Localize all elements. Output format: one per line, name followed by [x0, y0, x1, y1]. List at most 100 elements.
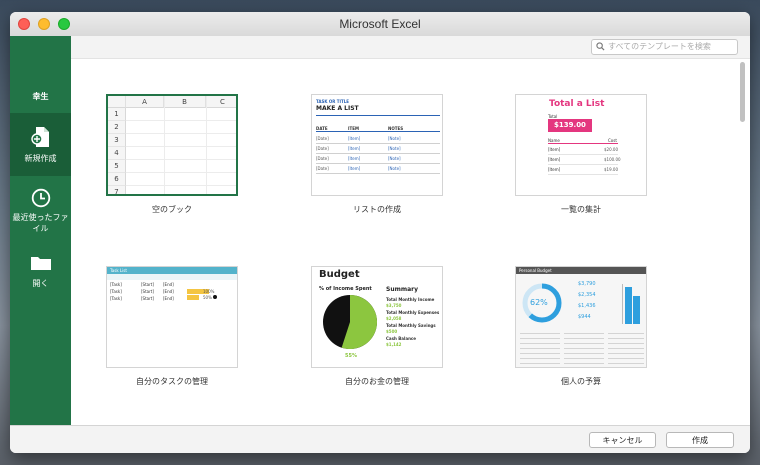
total-row-rule — [548, 164, 618, 165]
list-header-small: TASK OR TITLE — [316, 99, 349, 104]
search-bar: すべてのテンプレートを検索 — [71, 36, 750, 59]
list-header-big: MAKE A LIST — [316, 105, 359, 112]
template-search-input[interactable]: すべてのテンプレートを検索 — [591, 39, 738, 55]
list-header-rule — [316, 115, 440, 116]
budget-summary-value: $1,142 — [386, 342, 402, 347]
task-status-dot — [213, 295, 217, 299]
grid-row — [126, 134, 236, 147]
personal-table-rule — [520, 353, 560, 354]
create-button[interactable]: 作成 — [666, 432, 734, 448]
personal-table-rule — [564, 343, 604, 344]
column-header: B — [164, 96, 206, 108]
grid-row — [126, 160, 236, 173]
total-item-cost: $19.00 — [604, 167, 618, 172]
list-cell: [Item] — [348, 166, 361, 171]
budget-summary-value: $500 — [386, 329, 398, 334]
vertical-scrollbar[interactable] — [740, 62, 746, 422]
footer-bar: キャンセル 作成 — [10, 425, 750, 453]
cancel-button[interactable]: キャンセル — [589, 432, 656, 448]
personal-bar — [625, 287, 632, 324]
total-title: Total a List — [549, 99, 605, 109]
personal-figure: $2,354 — [578, 292, 596, 298]
personal-figure: $944 — [578, 314, 591, 320]
personal-chart-axis — [622, 284, 623, 324]
sidebar-item-account[interactable]: 幸生 — [10, 91, 71, 113]
personal-table-rule — [564, 363, 604, 364]
scrollbar-thumb[interactable] — [740, 62, 745, 122]
personal-table-rule — [564, 353, 604, 354]
personal-ring-percent: 62% — [530, 298, 548, 307]
template-total-a-list[interactable]: Total a List Total $139.00 Name Cost [It… — [515, 94, 647, 219]
window-title: Microsoft Excel — [339, 17, 421, 31]
budget-summary-value: $3,750 — [386, 303, 402, 308]
total-item-cost: $20.00 — [604, 147, 618, 152]
list-row-rule — [316, 173, 440, 174]
personal-table-rule — [608, 333, 644, 334]
budget-pie-chart — [323, 295, 377, 349]
personal-figure: $3,790 — [578, 281, 596, 287]
template-label: 自分のタスクの管理 — [136, 377, 208, 386]
total-col-rule — [548, 143, 618, 144]
template-make-a-list[interactable]: TASK OR TITLE MAKE A LIST DATE ITEM NOTE… — [311, 94, 443, 219]
sidebar-item-new[interactable]: 新規作成 — [10, 113, 71, 176]
excel-template-window: Microsoft Excel 幸生 新規作成 最近使ったファイル 開く すべて… — [10, 12, 750, 453]
template-thumbnail: A B C 1 2 3 4 5 6 7 — [106, 94, 238, 196]
list-cell: [Note] — [388, 156, 401, 161]
task-header: Task List — [110, 268, 127, 273]
task-cell: [End] — [163, 289, 174, 294]
list-cell: [Note] — [388, 136, 401, 141]
grid-column-line — [164, 96, 165, 194]
personal-table-rule — [520, 333, 560, 334]
total-item-cost: $100.00 — [604, 157, 621, 162]
personal-figure: $1,436 — [578, 303, 596, 309]
sidebar-item-recent[interactable]: 最近使ったファイル — [10, 182, 71, 240]
template-label: 個人の予算 — [561, 377, 601, 386]
personal-table-rule — [608, 353, 644, 354]
template-thumbnail: Budget % of Income Spent 55% Summary Tot… — [311, 266, 443, 368]
sidebar-item-open[interactable]: 開く — [10, 250, 71, 300]
list-row-rule — [316, 153, 440, 154]
budget-pie-title: % of Income Spent — [319, 286, 372, 292]
grid-row — [126, 147, 236, 160]
template-gallery: A B C 1 2 3 4 5 6 7 空のブック TASK OR TITLE … — [71, 59, 739, 425]
task-cell: [Start] — [141, 296, 154, 301]
task-cell: [End] — [163, 282, 174, 287]
template-budget[interactable]: Budget % of Income Spent 55% Summary Tot… — [311, 266, 443, 391]
template-label: 自分のお金の管理 — [345, 377, 409, 386]
personal-table-rule — [608, 338, 644, 339]
template-thumbnail: Total a List Total $139.00 Name Cost [It… — [515, 94, 647, 196]
personal-table-rule — [564, 338, 604, 339]
list-row-rule — [316, 163, 440, 164]
personal-table-rule — [520, 348, 560, 349]
template-thumbnail: TASK OR TITLE MAKE A LIST DATE ITEM NOTE… — [311, 94, 443, 196]
template-thumbnail: Task List [Task] [Start] [End] [Task] [Start… — [106, 266, 238, 368]
sidebar-item-label: 開く — [32, 279, 49, 288]
clock-icon — [31, 188, 50, 208]
column-header: A — [126, 96, 164, 108]
folder-icon — [30, 257, 51, 270]
budget-title: Budget — [319, 269, 360, 280]
grid-column-line — [206, 96, 207, 194]
list-cell: [Note] — [388, 166, 401, 171]
task-cell: [Task] — [110, 296, 122, 301]
search-icon — [596, 42, 605, 51]
budget-summary-label: Cash Balance — [386, 336, 417, 341]
template-personal-budget[interactable]: Personal Budget 62% $3,790 $2,354 $1,436 $9… — [515, 266, 647, 391]
template-blank-workbook[interactable]: A B C 1 2 3 4 5 6 7 空のブック — [106, 94, 238, 219]
task-progress-bar-2 — [187, 295, 199, 300]
sidebar-item-label: 最近使ったファイル — [12, 213, 69, 233]
list-cell: [Item] — [348, 146, 361, 151]
row-header: 6 — [108, 173, 126, 186]
row-header: 1 — [108, 108, 126, 121]
personal-table-rule — [608, 343, 644, 344]
template-task-list[interactable]: Task List [Task] [Start] [End] [Task] [Start… — [106, 266, 238, 391]
row-header: 7 — [108, 186, 126, 194]
column-header: C — [206, 96, 236, 108]
personal-bar — [633, 296, 640, 324]
template-label: リストの作成 — [353, 205, 401, 214]
template-thumbnail: Personal Budget 62% $3,790 $2,354 $1,436 $9… — [515, 266, 647, 368]
personal-table-rule — [564, 348, 604, 349]
personal-table-rule — [520, 343, 560, 344]
list-cell: [Date] — [316, 146, 329, 151]
task-cell: [Start] — [141, 289, 154, 294]
